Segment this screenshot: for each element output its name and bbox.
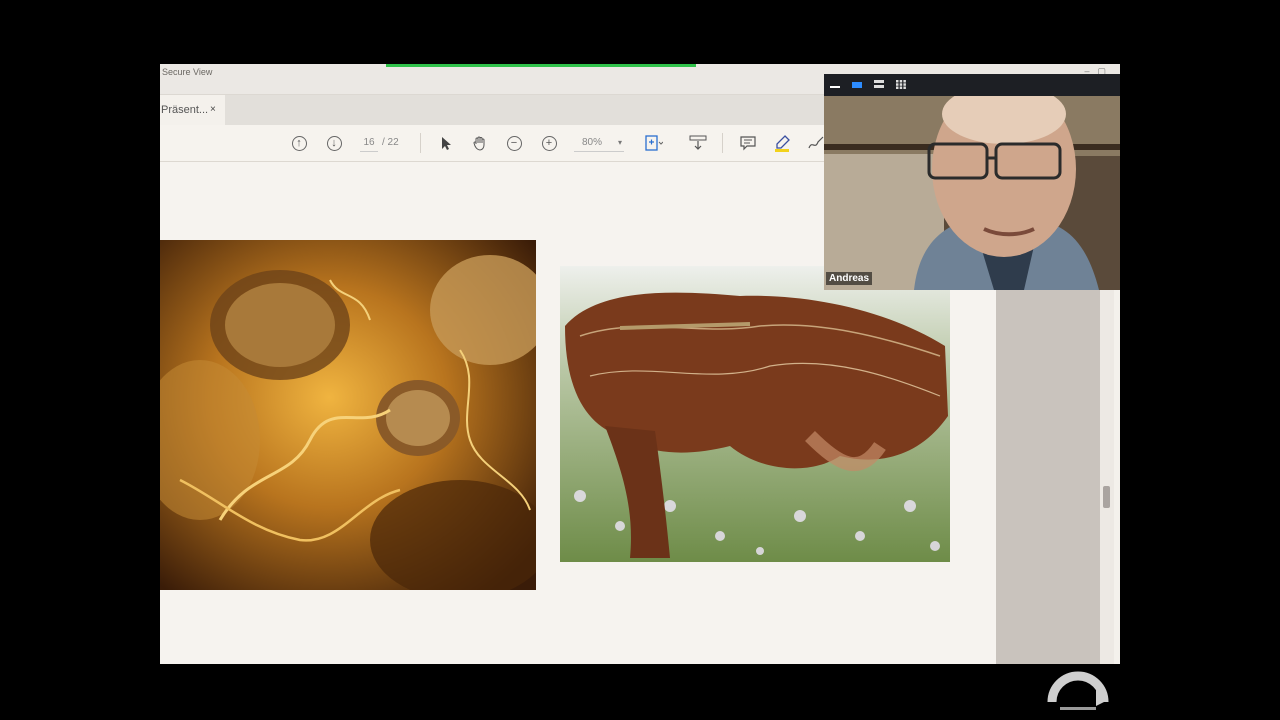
- loading-progress-bar: [386, 64, 696, 67]
- zoom-out-icon: −: [506, 135, 522, 151]
- zoom-in-icon: +: [541, 135, 557, 151]
- participant-video: [824, 74, 1120, 290]
- page-count: / 22: [382, 137, 399, 148]
- speaker-view-icon[interactable]: [852, 80, 862, 89]
- tab-document[interactable]: Präsent... ×: [160, 95, 225, 125]
- scrollbar-thumb[interactable]: [1103, 486, 1110, 508]
- highlight-button[interactable]: [773, 133, 793, 153]
- minimize-icon[interactable]: [830, 80, 840, 89]
- zoom-value: 80%: [582, 137, 603, 148]
- fit-page-icon: [645, 135, 663, 151]
- participant-name-label: Andreas: [826, 272, 873, 285]
- highlight-icon: [775, 135, 790, 152]
- zoom-out-button[interactable]: −: [504, 133, 524, 153]
- video-call-panel: Andreas: [824, 74, 1120, 290]
- channel-logo-watermark: [1047, 671, 1109, 710]
- gallery-view-icon[interactable]: [896, 80, 906, 89]
- tab-close-icon[interactable]: ×: [210, 95, 216, 125]
- hand-icon: [473, 136, 485, 151]
- chevron-down-icon: ▾: [617, 138, 622, 147]
- fit-page-button[interactable]: [644, 133, 664, 153]
- comment-button[interactable]: [738, 133, 758, 153]
- zoom-select[interactable]: 80% ▾: [574, 135, 624, 152]
- page-down-icon: ↓: [326, 135, 342, 151]
- sign-button[interactable]: [806, 133, 826, 153]
- zoom-in-button[interactable]: +: [539, 133, 559, 153]
- select-tool-button[interactable]: [436, 133, 456, 153]
- comment-icon: [740, 136, 756, 151]
- soil-clump-photo: [560, 266, 950, 562]
- soil-aggregates-photo: [160, 240, 536, 590]
- tab-label: Präsent...: [161, 104, 209, 116]
- select-cursor-icon: [442, 136, 451, 150]
- strip-view-icon[interactable]: [874, 80, 884, 89]
- video-controls-bar: [824, 74, 1120, 96]
- sign-icon: [808, 136, 824, 149]
- page-up-icon: ↑: [291, 135, 307, 151]
- page-number-input[interactable]: 16: [360, 135, 378, 152]
- hand-tool-button[interactable]: [470, 133, 490, 153]
- divider: [420, 133, 421, 153]
- divider: [722, 133, 723, 153]
- app-title: Secure View: [162, 67, 213, 77]
- scroll-mode-button[interactable]: [688, 133, 708, 153]
- scroll-mode-icon: [689, 135, 707, 150]
- page-up-button[interactable]: ↑: [289, 133, 309, 153]
- page-down-button[interactable]: ↓: [324, 133, 344, 153]
